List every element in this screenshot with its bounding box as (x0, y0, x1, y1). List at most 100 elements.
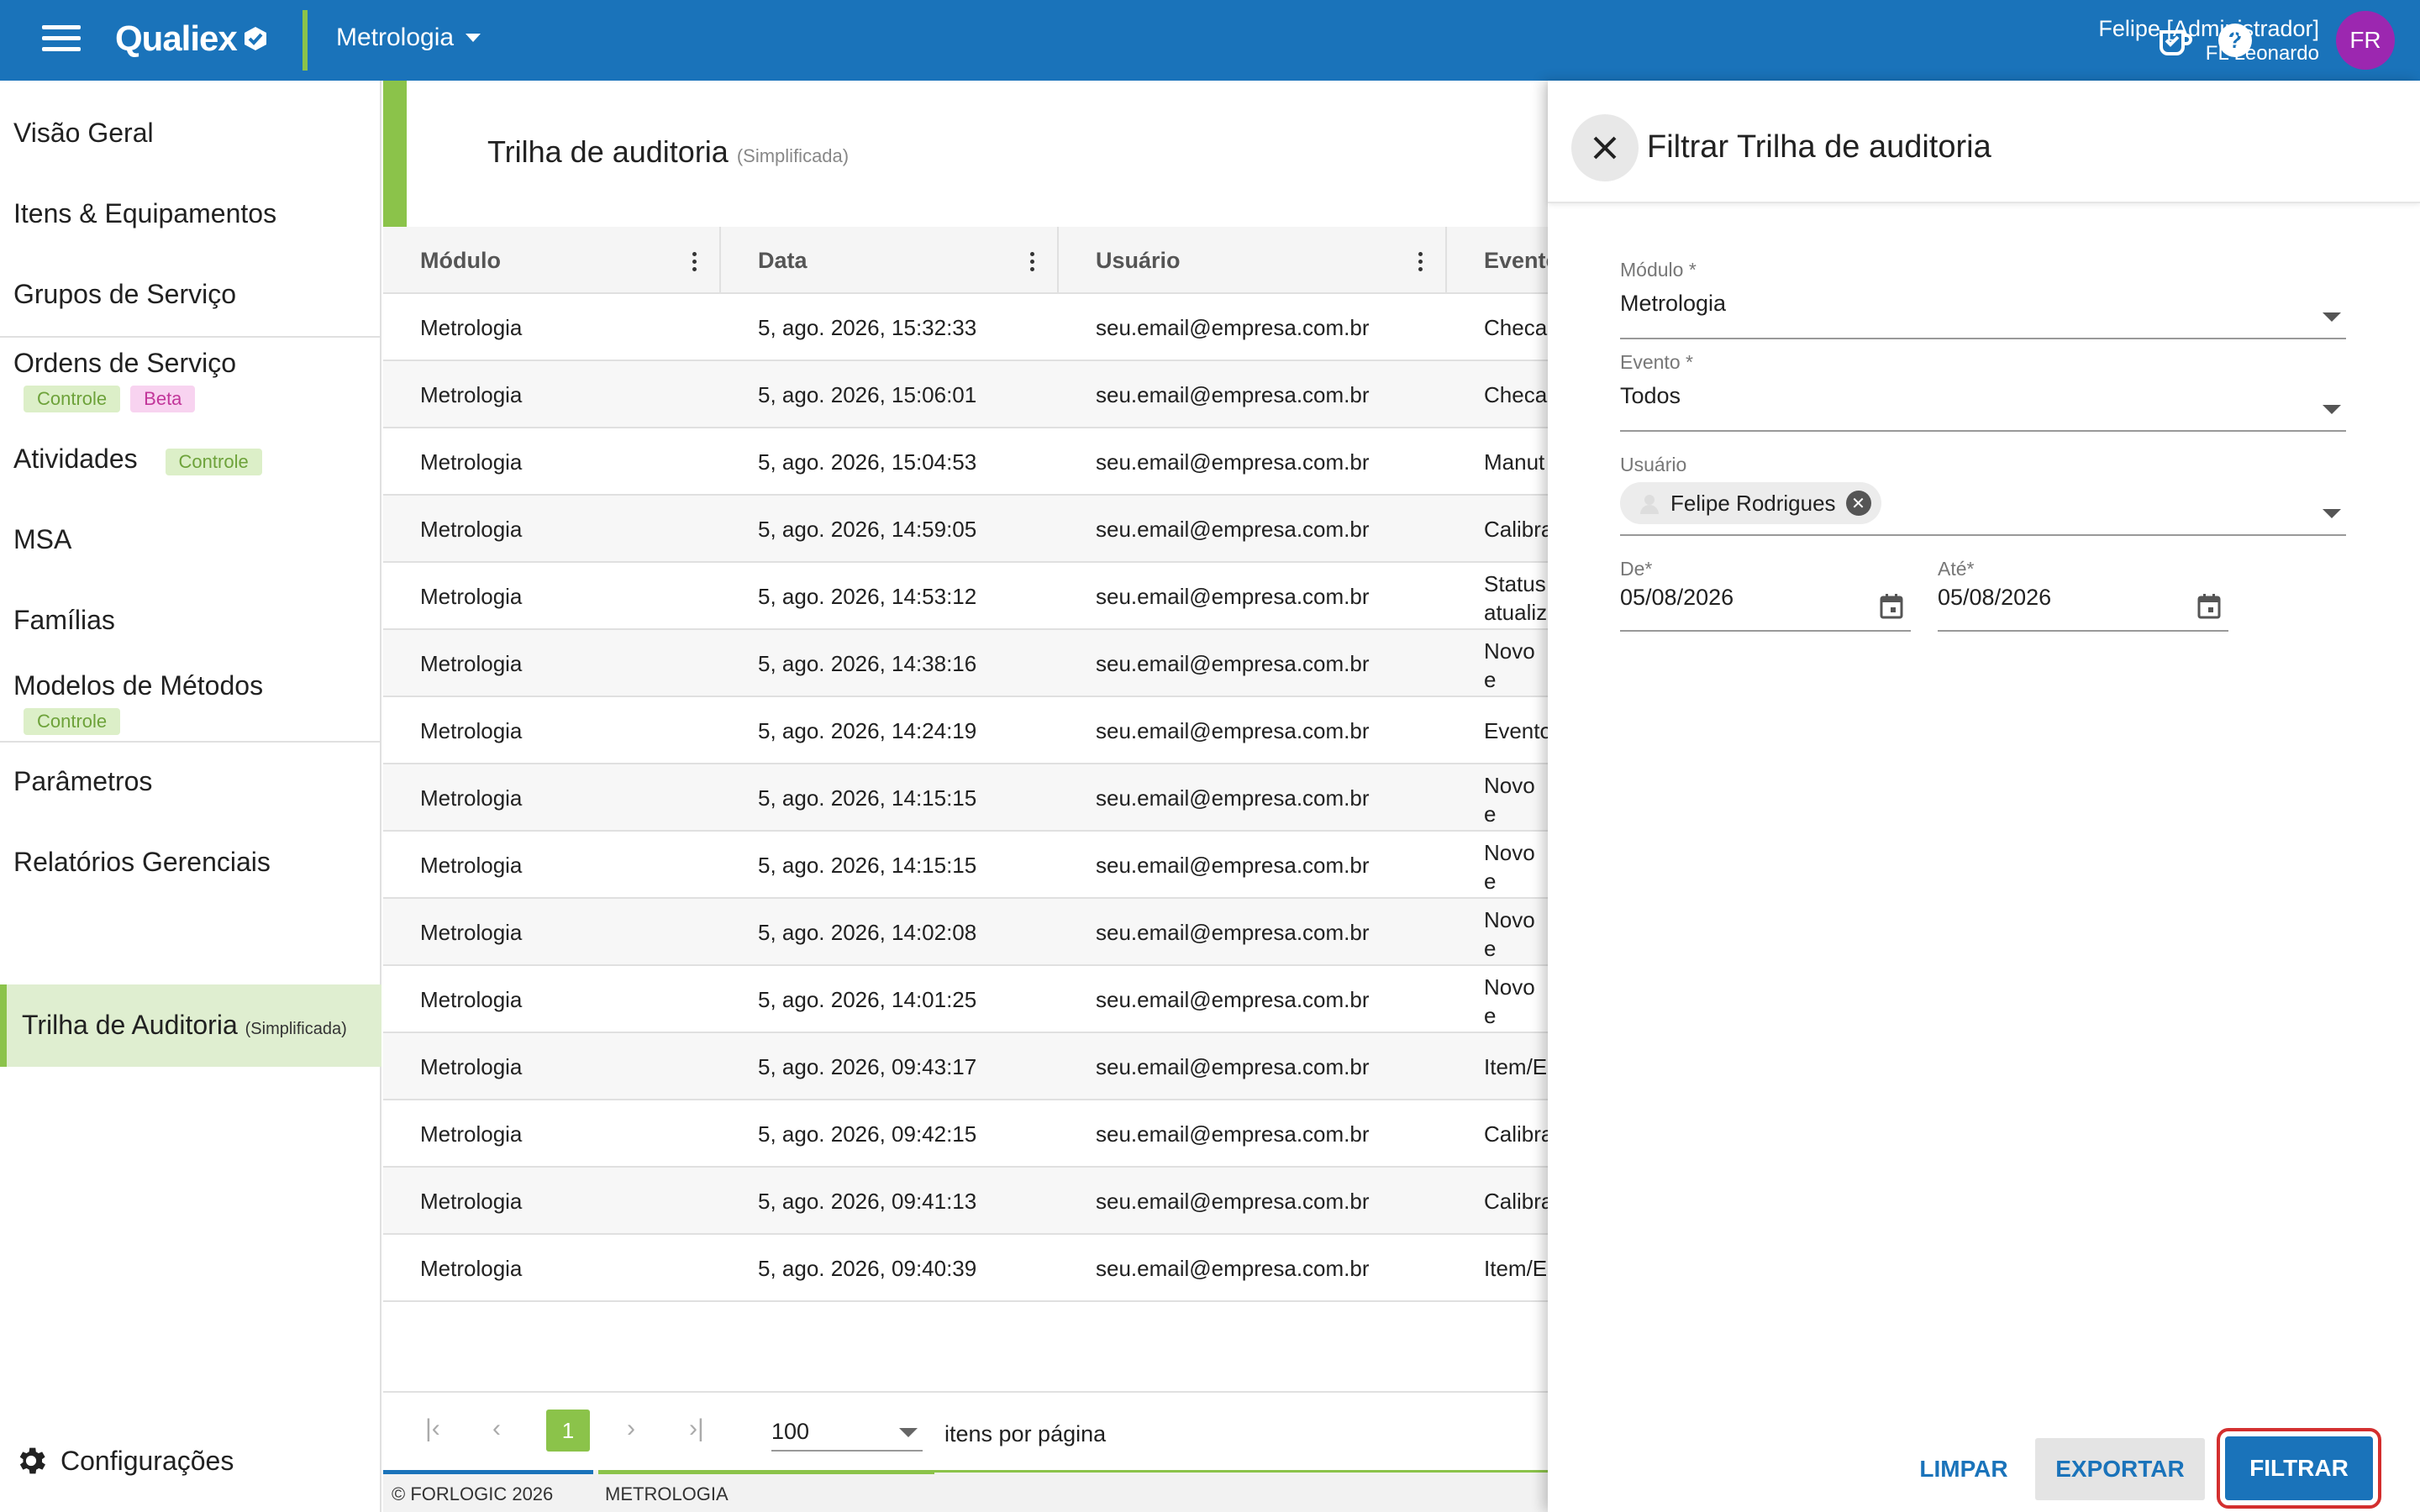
last-page-button[interactable]: ›| (689, 1415, 704, 1443)
cell-modulo: Metrologia (420, 315, 523, 340)
calendar-icon[interactable] (2196, 593, 2222, 620)
paginator: |‹ ‹ 1 › ›| 100 itens por página (383, 1391, 1548, 1470)
column-header-modulo[interactable]: Módulo (383, 227, 721, 294)
module-name: Metrologia (336, 24, 455, 51)
cell-usuario: seu.email@empresa.com.br (1096, 517, 1370, 542)
cell-modulo: Metrologia (420, 517, 523, 542)
settings-link[interactable]: Configurações (13, 1443, 234, 1478)
status-badge: Beta (130, 386, 196, 412)
cell-modulo: Metrologia (420, 449, 523, 475)
table-row[interactable]: Metrologia 5, ago. 2026, 14:38:16 seu.emai… (383, 630, 1548, 697)
evento-label: Evento * (1620, 351, 1693, 373)
table-row[interactable]: Metrologia 5, ago. 2026, 09:42:15 seu.emai… (383, 1100, 1548, 1168)
calendar-icon[interactable] (1879, 593, 1904, 620)
cell-usuario: seu.email@empresa.com.br (1096, 449, 1370, 475)
limpar-button[interactable]: LIMPAR (1901, 1438, 2027, 1500)
table-row[interactable]: Metrologia 5, ago. 2026, 09:40:39 seu.emai… (383, 1235, 1548, 1302)
sidebar-item-familias[interactable]: Famílias (13, 605, 115, 636)
sidebar-item-label: Modelos de Métodos (13, 670, 264, 701)
column-menu-icon[interactable] (1418, 252, 1423, 275)
sidebar-item-parametros[interactable]: Parâmetros (13, 766, 152, 797)
user-info[interactable]: Felipe [Administrador] FL Leonardo (2098, 15, 2319, 66)
footer-bar (934, 1470, 1548, 1473)
page-title-text: Trilha de auditoria (487, 134, 729, 169)
app-logo[interactable]: Qualiex (115, 18, 269, 59)
ate-value: 05/08/2026 (1938, 585, 2052, 610)
column-menu-icon[interactable] (692, 252, 697, 275)
sidebar-item-visao-geral[interactable]: Visão Geral (13, 118, 154, 149)
module-selector[interactable]: Metrologia (336, 24, 481, 52)
table-row[interactable]: Metrologia 5, ago. 2026, 14:02:08 seu.emai… (383, 899, 1548, 966)
ate-date-field[interactable]: 05/08/2026 (1938, 585, 2228, 632)
cell-usuario: seu.email@empresa.com.br (1096, 1189, 1370, 1214)
exportar-label: EXPORTAR (2055, 1456, 2185, 1482)
cell-evento: Novo e (1484, 840, 1535, 894)
cell-evento: Novo e (1484, 638, 1535, 692)
modulo-value: Metrologia (1620, 291, 1727, 316)
de-value: 05/08/2026 (1620, 585, 1734, 610)
current-page-button[interactable]: 1 (546, 1410, 590, 1452)
column-header-evento[interactable]: Evento (1447, 227, 1560, 294)
de-date-field[interactable]: 05/08/2026 (1620, 585, 1911, 632)
table-row[interactable]: Metrologia 5, ago. 2026, 15:32:33 seu.emai… (383, 294, 1548, 361)
cell-data: 5, ago. 2026, 14:53:12 (758, 584, 977, 609)
next-page-button[interactable]: › (627, 1415, 635, 1443)
table-row[interactable]: Metrologia 5, ago. 2026, 14:15:15 seu.emai… (383, 764, 1548, 832)
filtrar-button[interactable]: FILTRAR (2225, 1436, 2373, 1500)
prev-page-button[interactable]: ‹ (492, 1415, 501, 1443)
table-row[interactable]: Metrologia 5, ago. 2026, 15:04:53 seu.emai… (383, 428, 1548, 496)
first-page-button[interactable]: |‹ (425, 1415, 440, 1443)
usuario-select[interactable]: Felipe Rodrigues ✕ (1620, 482, 2346, 536)
table-row[interactable]: Metrologia 5, ago. 2026, 09:41:13 seu.emai… (383, 1168, 1548, 1235)
sidebar-item-ordens-servico[interactable]: Ordens de Serviço Controle Beta (13, 348, 236, 412)
cell-modulo: Metrologia (420, 987, 523, 1012)
sidebar-item-grupos-servico[interactable]: Grupos de Serviço (13, 279, 236, 310)
menu-icon[interactable] (42, 25, 81, 55)
evento-select[interactable]: Todos (1620, 383, 2346, 432)
gear-icon (19, 1447, 45, 1474)
user-chip: Felipe Rodrigues ✕ (1620, 482, 1881, 524)
table-row[interactable]: Metrologia 5, ago. 2026, 14:53:12 seu.emai… (383, 563, 1548, 630)
modulo-select[interactable]: Metrologia (1620, 291, 2346, 339)
table-row[interactable]: Metrologia 5, ago. 2026, 14:15:15 seu.emai… (383, 832, 1548, 899)
sidebar-divider (0, 336, 381, 338)
filter-panel-title: Filtrar Trilha de auditoria (1647, 129, 1991, 165)
cell-modulo: Metrologia (420, 1189, 523, 1214)
avatar[interactable]: FR (2336, 11, 2395, 70)
column-header-data[interactable]: Data (721, 227, 1059, 294)
status-badge: Controle (165, 449, 262, 475)
cell-modulo: Metrologia (420, 853, 523, 878)
column-header-usuario[interactable]: Usuário (1059, 227, 1447, 294)
table-row[interactable]: Metrologia 5, ago. 2026, 14:01:25 seu.emai… (383, 966, 1548, 1033)
sidebar-item-trilha-auditoria[interactable]: Trilha de Auditoria (Simplificada) (0, 984, 381, 1067)
sidebar-item-modelos-metodos[interactable]: Modelos de Métodos Controle (13, 670, 263, 735)
table-row[interactable]: Metrologia 5, ago. 2026, 14:24:19 seu.emai… (383, 697, 1548, 764)
cell-data: 5, ago. 2026, 15:06:01 (758, 382, 977, 407)
sidebar-item-relatorios[interactable]: Relatórios Gerenciais (13, 847, 271, 878)
table-row[interactable]: Metrologia 5, ago. 2026, 15:06:01 seu.emai… (383, 361, 1548, 428)
close-button[interactable] (1571, 114, 1639, 181)
person-icon (1640, 495, 1659, 514)
chevron-down-icon (899, 1428, 918, 1437)
main-content: Trilha de auditoria (Simplificada) Módul… (383, 81, 1560, 1512)
sidebar-item-msa[interactable]: MSA (13, 524, 71, 555)
sidebar: Visão Geral Itens & Equipamentos Grupos … (0, 81, 381, 1512)
cell-evento: Calibra (1484, 1189, 1548, 1214)
header-divider (302, 10, 308, 71)
cell-modulo: Metrologia (420, 1256, 523, 1281)
app-name: Qualiex (115, 18, 238, 58)
sidebar-item-atividades[interactable]: Atividades Controle (13, 444, 272, 475)
cell-usuario: seu.email@empresa.com.br (1096, 315, 1370, 340)
ate-label: Até* (1938, 558, 1975, 580)
column-menu-icon[interactable] (1030, 252, 1035, 275)
table-row[interactable]: Metrologia 5, ago. 2026, 14:59:05 seu.emai… (383, 496, 1548, 563)
sidebar-item-itens-equipamentos[interactable]: Itens & Equipamentos (13, 198, 276, 229)
chip-remove-icon[interactable]: ✕ (1845, 491, 1871, 516)
close-icon (1593, 136, 1617, 160)
sidebar-item-label: Famílias (13, 605, 115, 635)
table-row[interactable]: Metrologia 5, ago. 2026, 09:43:17 seu.emai… (383, 1033, 1548, 1100)
items-per-page-select[interactable]: 100 (771, 1411, 923, 1452)
footer-bar (598, 1470, 934, 1474)
chevron-down-icon (2323, 509, 2341, 518)
exportar-button[interactable]: EXPORTAR (2035, 1438, 2205, 1500)
